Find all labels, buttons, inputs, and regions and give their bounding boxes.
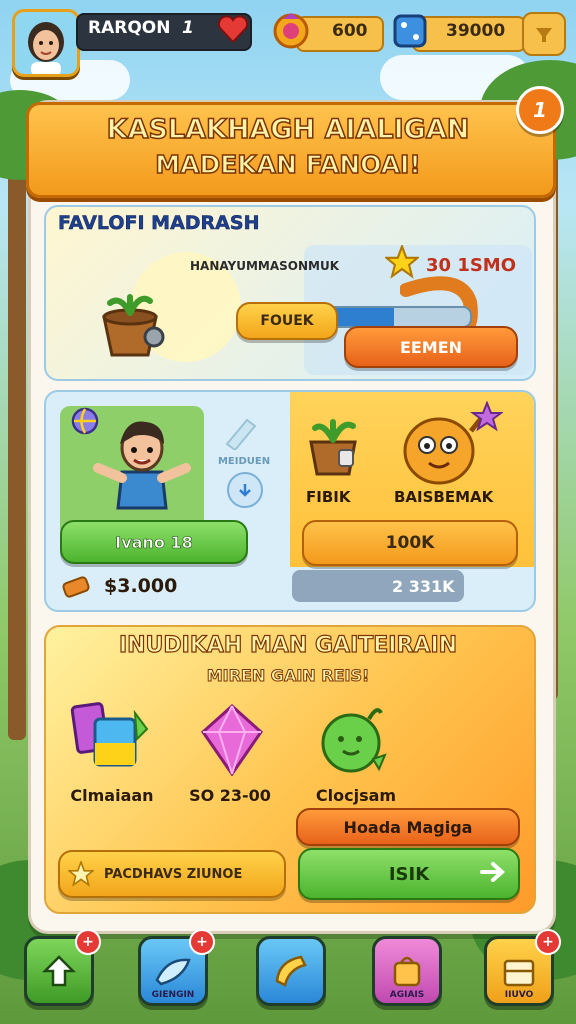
nav-chest-button[interactable]: IIUVO +	[484, 929, 561, 1006]
gem-count: 39000	[446, 21, 506, 41]
promo-button-label: PACDHAVS ZIUNOE	[104, 866, 243, 882]
shop-item3-label: Clocjsam	[315, 786, 397, 805]
name-mark: 1	[182, 18, 194, 38]
nav-bag-button[interactable]: AGIAIS	[372, 936, 442, 1006]
nav-bag-label: AGIAIS	[389, 990, 425, 1000]
promo-star-icon	[66, 859, 96, 889]
banner-title-line2: MADEKAN FANOAI!	[154, 149, 421, 180]
orange-button-label: 100K	[385, 533, 435, 553]
nav-horn-button[interactable]	[256, 936, 326, 1006]
nav-fish-label: GIENGIN	[151, 990, 195, 1000]
quest-input-button[interactable]: FOUEK	[236, 302, 338, 340]
banner-corner-button[interactable]: 1	[516, 86, 564, 134]
go-button[interactable]: ISIK	[298, 848, 520, 900]
quest-button-label: EEMEN	[399, 337, 463, 357]
bag-icon[interactable]	[522, 12, 566, 56]
banner-corner-mark: 1	[533, 98, 547, 122]
nav-home-button[interactable]: +	[24, 929, 101, 1006]
pink-gem-icon[interactable]	[196, 702, 268, 778]
plant-pot-icon	[90, 285, 170, 363]
green-potion-icon[interactable]	[314, 700, 394, 780]
price-label: $3.000	[104, 575, 178, 597]
bag-icon	[393, 956, 421, 987]
heart-icon	[216, 12, 250, 46]
promo-button[interactable]: PACDHAVS ZIUNOE	[58, 850, 286, 898]
orange-button[interactable]: 100K	[302, 520, 518, 566]
shop-item2-label: SO 23-00	[189, 786, 271, 805]
plant-icon	[300, 410, 366, 480]
fish-icon	[155, 958, 191, 986]
avatar[interactable]	[12, 9, 80, 77]
chest-icon	[503, 959, 535, 987]
middle-label: MEIDUEN	[217, 456, 271, 467]
bottle-icon	[218, 408, 268, 452]
player-name: RARQON	[88, 18, 171, 38]
shop-title: INUDIKAH MAN GAITEIRAIN	[118, 632, 458, 658]
magic-button[interactable]: Hoada Magiga	[296, 808, 520, 846]
quest-title: FAVLOFI MADRASH	[58, 212, 260, 235]
shop-subtitle: MIREN GAIN REIS!	[206, 666, 370, 686]
down-arrow-icon[interactable]	[227, 472, 263, 508]
coin-count: 600	[332, 21, 368, 41]
shop-item1-label: Clmaiaan	[70, 786, 154, 805]
quest-subtitle: HANAYUMMASONMUK	[190, 259, 339, 273]
arrow-right-icon	[480, 860, 506, 888]
gear-coin-icon	[270, 10, 312, 52]
horn-icon	[275, 955, 307, 987]
nav-fish-button[interactable]: GIENGIN +	[138, 929, 215, 1006]
nav-home-badge: +	[75, 929, 101, 955]
hero-button[interactable]: Ivano 18	[60, 520, 248, 564]
magic-button-label: Hoada Magiga	[343, 817, 473, 837]
quest-input-label: FOUEK	[260, 313, 314, 329]
go-button-label: ISIK	[388, 863, 430, 885]
hero-button-label: Ivano 18	[115, 532, 193, 552]
ticket-items-icon[interactable]	[64, 698, 160, 780]
nav-chest-label: IIUVO	[504, 990, 534, 1000]
home-arrow-icon	[41, 955, 77, 987]
monster-icon	[392, 400, 504, 490]
money-icon	[60, 570, 94, 602]
quest-button[interactable]: EEMEN	[344, 326, 518, 368]
nav-chest-badge: +	[535, 929, 561, 955]
dice-icon	[390, 10, 430, 52]
item1-label: FIBIK	[306, 488, 351, 506]
nav-fish-badge: +	[189, 929, 215, 955]
hero-character	[90, 410, 194, 514]
item2-label: BAISBEMAK	[394, 488, 494, 506]
banner-title-line1: KASLAKHAGH AIALIGAN	[106, 113, 470, 146]
value-bar-label: 2 331K	[392, 577, 455, 596]
